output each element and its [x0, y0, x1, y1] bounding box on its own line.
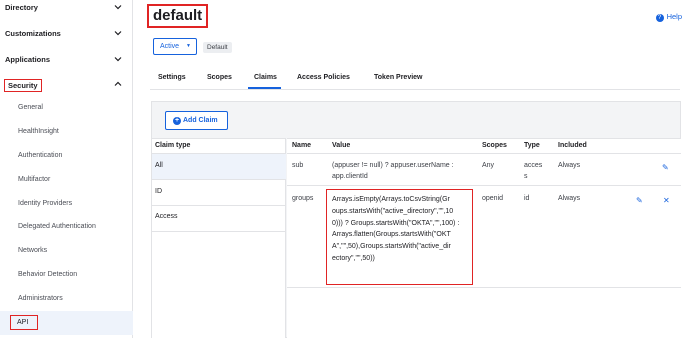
divider	[287, 153, 681, 154]
sidebar-section-directory[interactable]: Directory	[0, 0, 133, 16]
default-badge: Default	[203, 42, 232, 53]
caret-down-icon: ▼	[186, 43, 191, 49]
divider	[287, 287, 681, 288]
chevron-down-icon	[114, 31, 122, 36]
status-label: Active	[160, 43, 180, 50]
column-header-type: Type	[524, 142, 540, 149]
tab-access-policies[interactable]: Access Policies	[297, 74, 350, 81]
help-label: Help	[666, 12, 682, 21]
edit-pencil-icon[interactable]: ✎	[636, 196, 643, 205]
cell-type: id	[524, 195, 530, 202]
sidebar-item-general[interactable]: General	[18, 104, 43, 111]
cell-value: (appuser != null) ? appuser.userName : a…	[332, 160, 454, 182]
column-header-included: Included	[558, 142, 587, 149]
sidebar-section-label: Security	[4, 79, 42, 92]
claim-type-all[interactable]: All	[155, 162, 163, 169]
cell-value-line: ectory","",50))	[332, 254, 375, 262]
sidebar-item-authentication[interactable]: Authentication	[18, 152, 62, 159]
cell-value-line: A","",50),Groups.startsWith("active_dir	[332, 243, 451, 251]
divider	[152, 205, 286, 206]
chevron-down-icon	[114, 5, 122, 10]
cell-value-line: Arrays.flatten(Groups.startsWith("OKT	[332, 231, 451, 239]
cell-value-line: 0))) ? Groups.startsWith("OKTA","",100) …	[332, 219, 460, 227]
claim-type-access[interactable]: Access	[155, 213, 178, 220]
column-header-scopes: Scopes	[482, 142, 507, 149]
claim-type-selected-bg	[152, 153, 286, 180]
sidebar-item-multifactor[interactable]: Multifactor	[18, 176, 50, 183]
cell-value-line: app.clientId	[332, 173, 368, 180]
cell-included: Always	[558, 195, 581, 202]
active-tab-indicator	[248, 87, 281, 89]
sidebar-item-api[interactable]: API	[10, 315, 38, 330]
tab-bar: Settings Scopes Claims Access Policies T…	[150, 68, 680, 90]
sidebar-section-security[interactable]: Security	[0, 77, 133, 93]
cell-value-line: (appuser != null) ? appuser.userName :	[332, 162, 454, 169]
sidebar-item-administrators[interactable]: Administrators	[18, 295, 63, 302]
cell-value-line: oups.startsWith("active_directory","",10	[332, 207, 454, 215]
sidebar-section-label: Applications	[5, 55, 51, 64]
sidebar-item-delegated-authentication[interactable]: Delegated Authentication	[18, 223, 96, 230]
sidebar-item-identity-providers[interactable]: Identity Providers	[18, 200, 72, 207]
cell-included: Always	[558, 162, 581, 169]
chevron-up-icon	[114, 81, 122, 86]
edit-pencil-icon[interactable]: ✎	[662, 163, 669, 172]
plus-circle-icon: +	[173, 117, 181, 125]
sidebar-item-healthinsight[interactable]: HealthInsight	[18, 128, 59, 135]
cell-value-line: Arrays.isEmpty(Arrays.toCsvString(Gr	[332, 196, 450, 203]
sidebar-item-behavior-detection[interactable]: Behavior Detection	[18, 271, 77, 278]
help-icon: ?	[655, 14, 664, 22]
help-link[interactable]: ? Help	[655, 12, 682, 22]
sidebar: Directory Customizations Applications Se…	[0, 0, 133, 338]
sidebar-section-label: Directory	[5, 3, 38, 12]
cell-scopes: Any	[482, 162, 495, 169]
tab-scopes[interactable]: Scopes	[207, 74, 232, 81]
sidebar-section-customizations[interactable]: Customizations	[0, 26, 133, 42]
cell-type-line: acces	[524, 162, 543, 169]
tab-settings[interactable]: Settings	[158, 74, 186, 81]
sidebar-item-networks[interactable]: Networks	[18, 247, 47, 254]
cell-type: acces s	[524, 160, 542, 182]
cell-scopes: openid	[482, 195, 504, 202]
page-title: default	[147, 4, 209, 28]
cell-value-highlighted: Arrays.isEmpty(Arrays.toCsvString(Gr oup…	[326, 189, 473, 285]
cell-name: sub	[292, 162, 304, 169]
divider	[287, 185, 681, 186]
column-header-value: Value	[332, 142, 351, 149]
claim-type-header: Claim type	[155, 142, 191, 149]
chevron-down-icon	[114, 57, 122, 62]
divider	[152, 231, 286, 232]
cell-name: groups	[292, 195, 314, 202]
add-claim-button[interactable]: + Add Claim	[165, 111, 228, 130]
close-icon[interactable]: ✕	[663, 196, 670, 205]
column-header-name: Name	[292, 142, 312, 149]
claim-type-id[interactable]: ID	[155, 188, 162, 195]
sidebar-section-applications[interactable]: Applications	[0, 52, 133, 68]
cell-type-line: s	[524, 173, 528, 180]
add-claim-label: Add Claim	[183, 117, 218, 124]
sidebar-section-label: Customizations	[5, 29, 61, 38]
tab-token-preview[interactable]: Token Preview	[374, 74, 423, 81]
tab-claims[interactable]: Claims	[254, 74, 277, 81]
status-dropdown[interactable]: Active ▼	[153, 38, 197, 55]
